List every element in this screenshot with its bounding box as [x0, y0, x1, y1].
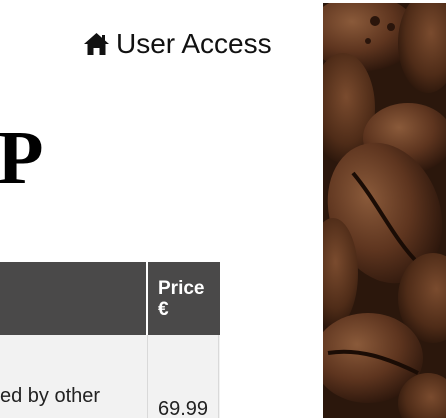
product-table: Price € ed by other 69.99 [0, 262, 220, 418]
page: User Access OP Price € ed by other 69.99 [0, 0, 446, 418]
price-column-header: Price € [158, 278, 205, 320]
shop-title: OP [0, 116, 44, 200]
product-description-cell: ed by other [0, 385, 146, 408]
product-price-cell: 69.99 [158, 398, 209, 418]
user-access-link[interactable]: User Access [83, 28, 272, 60]
header-divider [146, 262, 148, 335]
user-access-label: User Access [116, 28, 272, 59]
home-icon [83, 32, 110, 56]
row-divider [147, 335, 148, 418]
product-description: ed by other [0, 385, 101, 407]
coffee-beans-image [323, 3, 446, 418]
row-right-border [218, 335, 219, 418]
